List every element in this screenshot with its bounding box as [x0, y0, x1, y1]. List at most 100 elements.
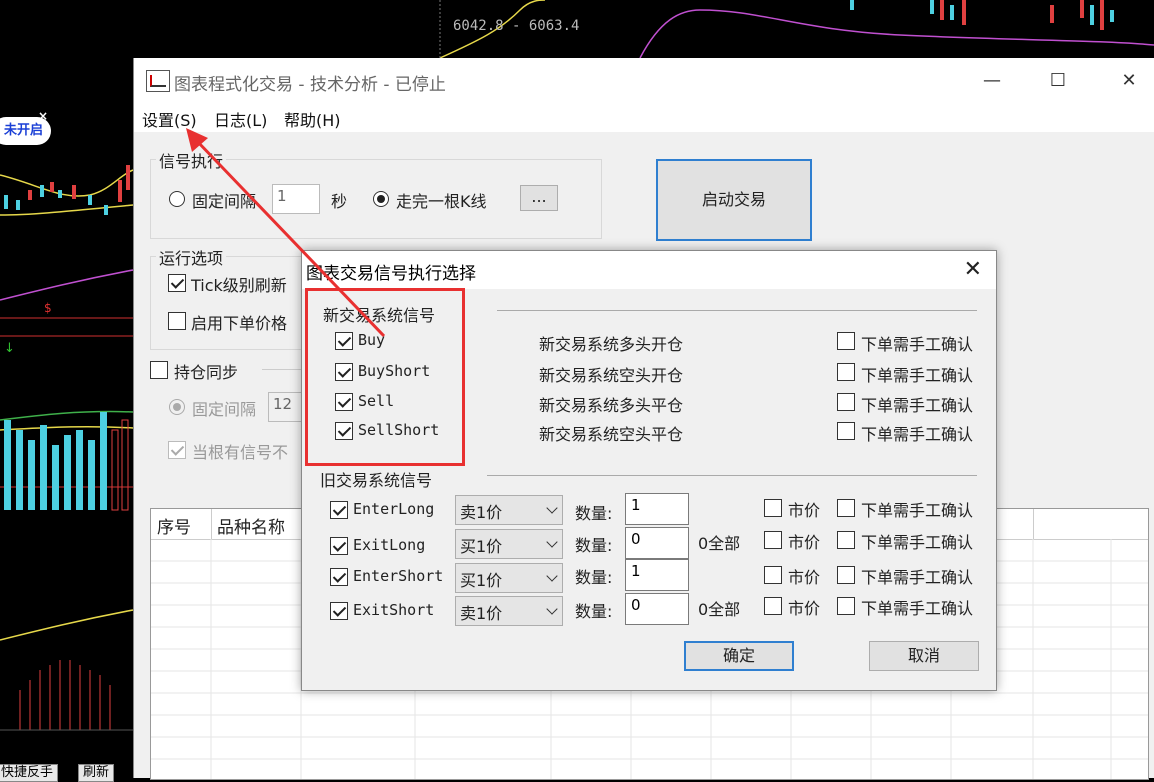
exitlong-confirm-checkbox[interactable]: [837, 531, 855, 549]
entershort-price-select[interactable]: 买1价: [455, 563, 563, 593]
enterlong-label: EnterLong: [353, 500, 435, 518]
chevron-down-icon: [546, 536, 558, 548]
chevron-down-icon: [546, 502, 558, 514]
kline-radio[interactable]: [373, 191, 389, 207]
entershort-qty-input[interactable]: 1: [625, 559, 689, 591]
new-signals-divider: [497, 310, 977, 311]
signal-sellshort-desc: 新交易系统空头平仓: [539, 425, 684, 444]
exitshort-price-select[interactable]: 卖1价: [455, 596, 563, 626]
exitlong-price-select[interactable]: 买1价: [455, 529, 563, 559]
entershort-checkbox[interactable]: [330, 568, 348, 586]
exitshort-all-label[interactable]: 0全部: [698, 596, 740, 620]
exitlong-market-label: 市价: [788, 533, 821, 552]
signal-sell-desc: 新交易系统多头平仓: [539, 396, 684, 415]
maximize-button[interactable]: ☐: [1038, 66, 1078, 96]
sellshort-confirm-label: 下单需手工确认: [861, 425, 974, 444]
entershort-confirm-label: 下单需手工确认: [861, 568, 974, 587]
enterlong-market-label: 市价: [788, 501, 821, 520]
fixed-interval-label: 固定间隔: [192, 192, 257, 211]
grid-col-divider: [1033, 509, 1034, 539]
sync-interval-radio[interactable]: [169, 399, 185, 415]
cancel-button[interactable]: 取消: [869, 641, 979, 671]
exitshort-label: ExitShort: [353, 601, 435, 619]
entershort-price-value: 买1价: [460, 571, 503, 590]
title-bar: 图表程式化交易 - 技术分析 - 已停止 — ☐ ✕: [134, 58, 1154, 104]
signal-exec-label: 信号执行: [156, 148, 227, 172]
exitshort-qty-input[interactable]: 0: [625, 593, 689, 625]
when-signal-checkbox[interactable]: [168, 441, 186, 459]
svg-text:↓: ↓: [4, 341, 15, 356]
app-chart-icon: [146, 70, 170, 92]
exitlong-checkbox[interactable]: [330, 537, 348, 555]
fixed-interval-input[interactable]: 1: [272, 184, 320, 214]
quick-reverse-button[interactable]: 快捷反手: [0, 764, 59, 782]
when-signal-label: 当根有信号不: [192, 443, 289, 462]
position-sync-divider: [262, 369, 302, 370]
entershort-label: EnterShort: [353, 567, 444, 585]
more-options-button[interactable]: ...: [520, 185, 558, 211]
enterlong-qty-label: 数量:: [575, 504, 613, 523]
menu-settings[interactable]: 设置(S): [142, 107, 197, 131]
position-sync-checkbox[interactable]: [150, 361, 168, 379]
exitlong-confirm-label: 下单需手工确认: [861, 533, 974, 552]
sync-interval-input[interactable]: 12: [268, 392, 304, 422]
entershort-market-checkbox[interactable]: [764, 566, 782, 584]
exitlong-label: ExitLong: [353, 536, 426, 554]
buy-confirm-checkbox[interactable]: [837, 332, 855, 350]
signal-buy-desc: 新交易系统多头开仓: [539, 335, 684, 354]
buy-confirm-label: 下单需手工确认: [861, 335, 974, 354]
exitshort-market-checkbox[interactable]: [764, 597, 782, 615]
order-price-label: 启用下单价格: [191, 314, 288, 333]
chart-price-range: 6042.8 - 6063.4: [453, 18, 580, 34]
sell-confirm-label: 下单需手工确认: [861, 396, 974, 415]
grid-col-index: 序号: [157, 518, 191, 538]
tick-refresh-label: Tick级别刷新: [191, 276, 287, 295]
exitshort-confirm-label: 下单需手工确认: [861, 599, 974, 618]
ok-button[interactable]: 确定: [684, 641, 794, 671]
grid-col-name: 品种名称: [217, 518, 285, 538]
refresh-button[interactable]: 刷新: [78, 764, 115, 782]
close-button[interactable]: ✕: [1109, 66, 1149, 96]
dialog-close-icon[interactable]: ✕: [964, 257, 982, 282]
pill-close-icon[interactable]: ×: [38, 109, 48, 123]
fixed-interval-radio[interactable]: [169, 191, 185, 207]
exitlong-all-label[interactable]: 0全部: [698, 530, 740, 554]
exitlong-price-value: 买1价: [460, 537, 503, 556]
svg-text:$: $: [44, 301, 52, 315]
exitshort-price-value: 卖1价: [460, 604, 503, 623]
sellshort-confirm-checkbox[interactable]: [837, 422, 855, 440]
grid-col-divider: [211, 509, 212, 539]
exitlong-market-checkbox[interactable]: [764, 531, 782, 549]
run-options-label: 运行选项: [156, 245, 227, 269]
exitlong-qty-label: 数量:: [575, 536, 613, 555]
enterlong-market-checkbox[interactable]: [764, 499, 782, 517]
entershort-confirm-checkbox[interactable]: [837, 566, 855, 584]
kline-label: 走完一根K线: [396, 192, 487, 211]
entershort-qty-label: 数量:: [575, 568, 613, 587]
exitshort-market-label: 市价: [788, 599, 821, 618]
dialog-title-bar: 图表交易信号执行选择 ✕: [302, 251, 996, 289]
tick-refresh-checkbox[interactable]: [168, 274, 186, 292]
old-signals-label: 旧交易系统信号: [320, 471, 433, 490]
dialog-title: 图表交易信号执行选择: [306, 264, 476, 284]
exitshort-qty-label: 数量:: [575, 602, 613, 621]
old-signals-divider: [487, 475, 977, 476]
order-price-checkbox[interactable]: [168, 312, 186, 330]
menu-help[interactable]: 帮助(H): [284, 107, 341, 131]
minimize-button[interactable]: —: [972, 66, 1012, 96]
exitlong-qty-input[interactable]: 0: [625, 527, 689, 559]
annotation-highlight-box: [305, 288, 465, 466]
enterlong-confirm-checkbox[interactable]: [837, 499, 855, 517]
seconds-unit: 秒: [331, 192, 348, 211]
enterlong-qty-input[interactable]: 1: [625, 493, 689, 525]
start-trading-button[interactable]: 启动交易: [656, 159, 812, 241]
enterlong-confirm-label: 下单需手工确认: [861, 501, 974, 520]
exitshort-checkbox[interactable]: [330, 602, 348, 620]
buyshort-confirm-checkbox[interactable]: [837, 363, 855, 381]
chevron-down-icon: [546, 603, 558, 615]
sell-confirm-checkbox[interactable]: [837, 393, 855, 411]
exitshort-confirm-checkbox[interactable]: [837, 597, 855, 615]
enterlong-price-select[interactable]: 卖1价: [455, 495, 563, 525]
menu-log[interactable]: 日志(L): [214, 107, 267, 131]
enterlong-checkbox[interactable]: [330, 501, 348, 519]
